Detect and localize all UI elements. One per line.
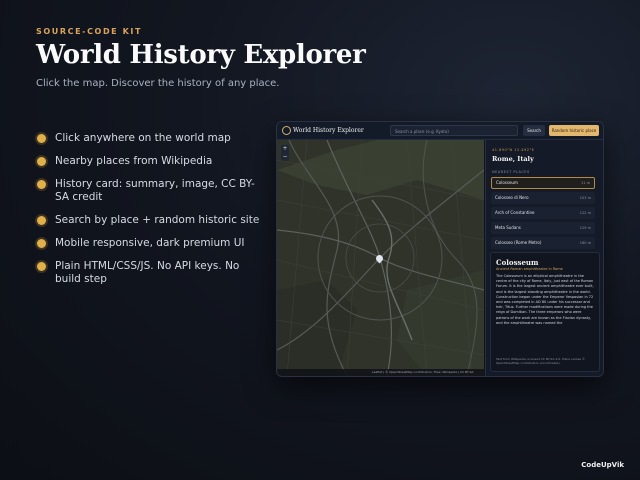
nearby-item[interactable]: Colosseo di Nero 103 m — [491, 192, 595, 204]
bullet-icon — [37, 262, 46, 271]
world-map[interactable]: + − Leaflet | © OpenStreetMap contributo… — [277, 140, 484, 376]
search-button[interactable]: Search — [523, 125, 545, 136]
card-source-credit: Text from Wikipedia, licensed CC BY-SA 4… — [496, 357, 586, 365]
nearby-item[interactable]: Meta Sudans 129 m — [491, 222, 595, 234]
card-title: Colosseum — [496, 258, 539, 267]
bullet-icon — [37, 157, 46, 166]
bullet-icon — [37, 216, 46, 225]
distance-label: 122 m — [579, 211, 591, 215]
nearby-item[interactable]: Arch of Constantine 122 m — [491, 207, 595, 219]
feature-item: History card: summary, image, CC BY-SA c… — [36, 178, 264, 204]
zoom-out-button[interactable]: − — [281, 153, 289, 161]
app-title: World History Explorer — [293, 127, 364, 134]
nearby-item[interactable]: Colosseo (Rome Metro) 160 m — [491, 237, 595, 249]
bullet-icon — [37, 180, 46, 189]
page-title: World History Explorer — [36, 40, 366, 70]
app-window: World History Explorer Search a place (e… — [276, 121, 604, 377]
bullet-icon — [37, 239, 46, 248]
card-summary: The Colosseum is an elliptical amphithea… — [496, 274, 594, 325]
history-panel: 41.890°N 12.492°E Rome, Italy NEAREST PL… — [485, 140, 603, 376]
eyebrow-label: SOURCE-CODE KIT — [36, 27, 143, 36]
history-card: Colosseum Ancient Roman amphitheatre in … — [490, 252, 600, 372]
page-subtitle: Click the map. Discover the history of a… — [36, 78, 280, 89]
coordinates-label: 41.890°N 12.492°E — [492, 148, 535, 152]
feature-item: Click anywhere on the world map — [36, 132, 264, 145]
feature-item: Mobile responsive, dark premium UI — [36, 237, 264, 250]
brand-label: CodeUpVik — [581, 461, 624, 469]
feature-item: Plain HTML/CSS/JS. No API keys. No build… — [36, 260, 264, 286]
feature-item: Nearby places from Wikipedia — [36, 155, 264, 168]
zoom-in-button[interactable]: + — [281, 145, 289, 153]
app-toolbar: World History Explorer Search a place (e… — [277, 122, 603, 140]
random-place-button[interactable]: Random historic place — [549, 125, 599, 136]
distance-label: 129 m — [579, 226, 591, 230]
distance-label: 11 m — [581, 181, 590, 185]
distance-label: 103 m — [579, 196, 591, 200]
nearby-heading: NEAREST PLACES — [492, 170, 530, 174]
globe-icon — [282, 126, 291, 135]
bullet-icon — [37, 134, 46, 143]
distance-label: 160 m — [579, 241, 591, 245]
card-subtitle: Ancient Roman amphitheatre in Rome — [496, 267, 563, 271]
place-title: Rome, Italy — [492, 155, 534, 163]
zoom-control: + − — [281, 145, 289, 161]
feature-list: Click anywhere on the world map Nearby p… — [36, 132, 264, 296]
map-attribution: Leaflet | © OpenStreetMap contributors, … — [277, 369, 484, 376]
feature-item: Search by place + random historic site — [36, 214, 264, 227]
nearby-item[interactable]: Colosseum 11 m — [491, 177, 595, 189]
search-input[interactable]: Search a place (e.g. Kyoto) — [390, 125, 518, 136]
